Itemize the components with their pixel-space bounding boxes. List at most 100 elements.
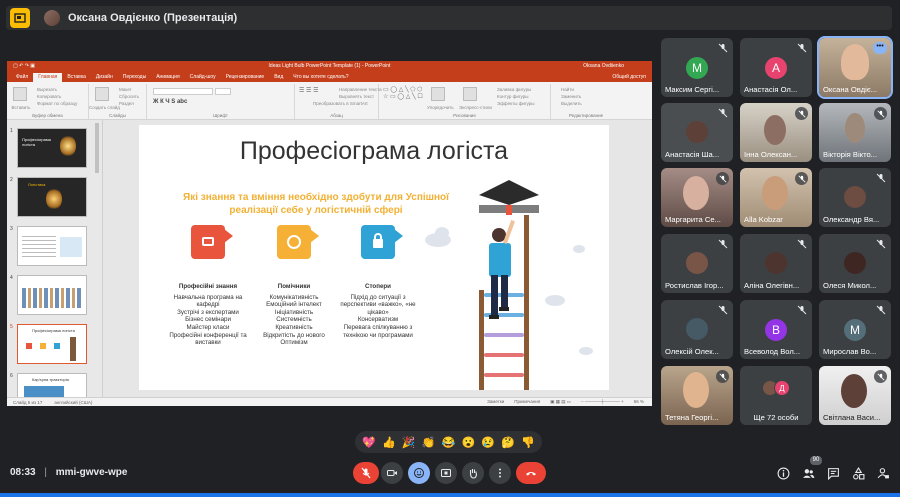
quick-styles-icon[interactable] [463, 87, 477, 101]
font-format-icons[interactable]: Ж К Ч S abc [153, 99, 187, 105]
reset-button[interactable]: Сбросить [119, 94, 139, 99]
emoji-button[interactable] [408, 462, 430, 484]
participant-tile[interactable]: Тетяна Георгі... [661, 366, 733, 425]
participant-tile[interactable]: Alla Kobzar [740, 168, 812, 227]
ppt-tab-transitions[interactable]: Переходы [118, 73, 151, 82]
paste-button[interactable]: Вставить [7, 105, 35, 110]
cut-button[interactable]: Вырезать [37, 87, 57, 92]
mic-toggle-button[interactable] [353, 462, 379, 484]
thumbnail-slide-3[interactable]: 3 [7, 226, 103, 268]
ppt-tab-slideshow[interactable]: Слайд-шоу [185, 73, 221, 82]
more-options-button[interactable] [489, 462, 511, 484]
quick-styles-button[interactable]: Экспресс-стили [459, 105, 492, 110]
present-screen-button[interactable] [435, 462, 457, 484]
reaction-sad-icon[interactable]: 😢 [481, 436, 495, 449]
shape-fill-button[interactable]: Заливка фигуры [497, 87, 531, 92]
thumbnail-slide-5[interactable]: 5 Професіограма логіста [7, 324, 103, 366]
reaction-thumbs-up-icon[interactable]: 👍 [382, 436, 396, 449]
text-direction-button[interactable]: Направление текста [339, 87, 382, 92]
paragraph-icons[interactable]: ☰ ☰ ☰ [299, 87, 318, 94]
participant-tile[interactable]: В Всеволод Вол... [740, 300, 812, 359]
reaction-thumbs-down-icon[interactable]: 👎 [521, 436, 535, 449]
ppt-tab-design[interactable]: Дизайн [91, 73, 118, 82]
activities-button[interactable] [850, 465, 866, 481]
host-controls-button[interactable] [875, 465, 891, 481]
new-slide-icon[interactable] [95, 87, 109, 101]
new-slide-button[interactable]: Создать слайд [89, 105, 120, 110]
select-button[interactable]: Выделить [561, 101, 582, 106]
people-button[interactable] [800, 465, 816, 481]
ppt-tell-me[interactable]: Что вы хотите сделать? [288, 73, 353, 82]
shape-outline-button[interactable]: Контур фигуры [497, 94, 528, 99]
reaction-heart-icon[interactable]: 💖 [362, 436, 376, 449]
ppt-tab-home[interactable]: Главная [33, 73, 63, 82]
zoom-level[interactable]: 66 % [634, 399, 644, 405]
zoom-slider[interactable]: – ─────┼───── + [581, 399, 624, 405]
current-slide[interactable]: Професіограма логіста Які знання та вмін… [139, 125, 609, 390]
arrange-icon[interactable] [431, 87, 445, 101]
ppt-tab-review[interactable]: Рецензирование [221, 73, 270, 82]
participant-tile[interactable]: М Мирослав Во... [819, 300, 891, 359]
column-line: Перевага спілкуванню з технікою чи прогр… [343, 323, 413, 339]
thumbnail-image[interactable]: Логістика [17, 177, 87, 217]
participant-tile-active-speaker[interactable]: ••• Оксана Овдіє... [817, 36, 893, 99]
participant-tile[interactable]: Олександр Вя... [819, 168, 891, 227]
align-text-button[interactable]: Выровнять текст [339, 94, 374, 99]
thumbnail-slide-1[interactable]: 1 Професіограма логіста [7, 128, 103, 170]
copy-button[interactable]: Копировать [37, 94, 61, 99]
thumbnail-slide-4[interactable]: 4 [7, 275, 103, 317]
replace-button[interactable]: Заменить [561, 94, 581, 99]
thumbnail-image[interactable] [17, 226, 87, 266]
comments-button[interactable]: Примечания [514, 399, 540, 405]
participant-tile[interactable]: Вікторія Вікто... [819, 103, 891, 162]
notes-button[interactable]: Заметки [487, 399, 504, 405]
participant-tile[interactable]: Олеся Микол... [819, 234, 891, 293]
participant-tile[interactable]: Маргарита Се... [661, 168, 733, 227]
participant-tile[interactable]: Анастасія Ша... [661, 103, 733, 162]
paste-icon[interactable] [13, 87, 27, 101]
section-button[interactable]: Раздел [119, 101, 134, 106]
thumbnail-image[interactable]: Професіограма логіста [17, 324, 87, 364]
camera-toggle-button[interactable] [381, 462, 403, 484]
ppt-tab-animation[interactable]: Анимация [151, 73, 184, 82]
more-participants-tile[interactable]: Д Ще 72 особи [740, 366, 812, 425]
font-name-input[interactable] [153, 88, 213, 95]
reaction-party-icon[interactable]: 🎉 [402, 436, 416, 449]
participant-tile[interactable]: А Анастасія Ол... [740, 38, 812, 97]
more-options-icon[interactable]: ••• [873, 42, 887, 54]
participant-tile[interactable]: Світлана Васи... [819, 366, 891, 425]
reaction-surprised-icon[interactable]: 😮 [461, 436, 475, 449]
participant-tile[interactable]: М Максим Сергі... [661, 38, 733, 97]
arrange-button[interactable]: Упорядочить [427, 105, 454, 110]
ppt-tab-insert[interactable]: Вставка [62, 73, 91, 82]
participant-tile[interactable]: Ростислав Ігор... [661, 234, 733, 293]
shape-effects-button[interactable]: Эффекты фигуры [497, 101, 535, 106]
format-painter-button[interactable]: Формат по образцу [37, 101, 77, 106]
thumbnail-image[interactable] [17, 275, 87, 315]
reaction-clap-icon[interactable]: 👏 [422, 436, 436, 449]
ppt-share-button[interactable]: Общий доступ [607, 73, 652, 82]
font-size-input[interactable] [215, 88, 231, 95]
reaction-laugh-icon[interactable]: 😂 [442, 436, 456, 449]
participant-tile[interactable]: Олексій Олек... [661, 300, 733, 359]
view-buttons-icon[interactable]: ▣ ▦ ▤ ▭ [550, 399, 571, 405]
column-line: Системність [276, 316, 312, 324]
participant-name: Alla Kobzar [744, 215, 783, 224]
leave-call-button[interactable] [516, 462, 546, 484]
chat-button[interactable] [825, 465, 841, 481]
participant-tile[interactable]: Інна Олексан... [740, 103, 812, 162]
raise-hand-button[interactable] [462, 462, 484, 484]
smartart-button[interactable]: Преобразовать в SmartArt [313, 101, 368, 106]
participant-tile[interactable]: Аліна Олегівн... [740, 234, 812, 293]
thumbnail-slide-2[interactable]: 2 Логістика [7, 177, 103, 219]
shapes-gallery[interactable]: ▭ ◯ △ ╲ ⬠ ⬡ ☆ ▭ ◯ △ ╲ ☐ [383, 87, 425, 109]
thumbnail-image[interactable]: Професіограма логіста [17, 128, 87, 168]
column-line: Бізнес семінари [185, 316, 231, 324]
ppt-tab-view[interactable]: Вид [269, 73, 288, 82]
ppt-tab-file[interactable]: Файл [11, 73, 33, 82]
layout-button[interactable]: Макет [119, 87, 132, 92]
find-button[interactable]: Найти [561, 87, 574, 92]
meeting-details-button[interactable] [775, 465, 791, 481]
language-indicator[interactable]: английский (США) [54, 400, 92, 405]
reaction-thinking-icon[interactable]: 🤔 [501, 436, 515, 449]
